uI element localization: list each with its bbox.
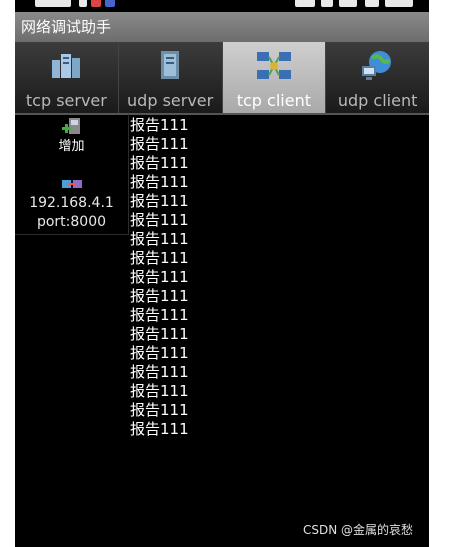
log-line: 报告111 bbox=[130, 382, 189, 400]
connection-link-icon bbox=[61, 180, 82, 188]
connection-item[interactable]: 192.168.4.1 port:8000 bbox=[15, 174, 128, 234]
server-stack-icon bbox=[52, 54, 81, 78]
network-client-icon bbox=[256, 52, 291, 79]
server-tower-icon bbox=[161, 51, 180, 79]
app-title: 网络调试助手 bbox=[21, 18, 112, 36]
tab-udp-server[interactable]: udp server bbox=[118, 42, 223, 113]
tab-label: tcp client bbox=[236, 91, 311, 110]
log-line: 报告111 bbox=[130, 287, 189, 305]
log-line: 报告111 bbox=[130, 401, 189, 419]
add-connection-icon bbox=[61, 118, 80, 134]
globe-network-icon bbox=[361, 51, 391, 80]
phone-screen: 网络调试助手 tcp server udp server tcp client … bbox=[15, 0, 429, 547]
tab-label: tcp server bbox=[25, 91, 107, 110]
connection-sidebar: 增加 192.168.4.1 port:8000 bbox=[15, 114, 129, 235]
connection-port: port:8000 bbox=[36, 214, 107, 230]
tab-bar: tcp server udp server tcp client udp cli… bbox=[15, 42, 429, 115]
log-line: 报告111 bbox=[130, 116, 189, 134]
log-line: 报告111 bbox=[130, 306, 189, 324]
message-log[interactable]: 报告111 报告111 报告111 报告111 报告111 报告111 报告111 报告111… bbox=[130, 116, 420, 439]
connection-ip: 192.168.4.1 bbox=[29, 195, 114, 211]
tab-tcp-server[interactable]: tcp server bbox=[15, 42, 119, 113]
log-line: 报告111 bbox=[130, 154, 189, 172]
tab-label: udp client bbox=[337, 91, 418, 110]
log-line: 报告111 bbox=[130, 135, 189, 153]
log-line: 报告111 bbox=[130, 249, 189, 267]
tab-label: udp server bbox=[127, 91, 214, 110]
log-line: 报告111 bbox=[130, 420, 189, 438]
log-line: 报告111 bbox=[130, 363, 189, 381]
app-title-bar: 网络调试助手 bbox=[15, 12, 429, 42]
add-label: 增加 bbox=[58, 139, 85, 154]
log-line: 报告111 bbox=[130, 230, 189, 248]
log-line: 报告111 bbox=[130, 211, 189, 229]
log-line: 报告111 bbox=[130, 344, 189, 362]
log-line: 报告111 bbox=[130, 192, 189, 210]
status-bar bbox=[15, 0, 429, 12]
tab-udp-client[interactable]: udp client bbox=[326, 42, 429, 113]
tab-tcp-client[interactable]: tcp client bbox=[222, 42, 327, 113]
add-connection-button[interactable]: 增加 bbox=[15, 114, 128, 170]
log-line: 报告111 bbox=[130, 268, 189, 286]
watermark: CSDN @金属的哀愁 bbox=[302, 523, 413, 537]
log-line: 报告111 bbox=[130, 173, 189, 191]
log-line: 报告111 bbox=[130, 325, 189, 343]
